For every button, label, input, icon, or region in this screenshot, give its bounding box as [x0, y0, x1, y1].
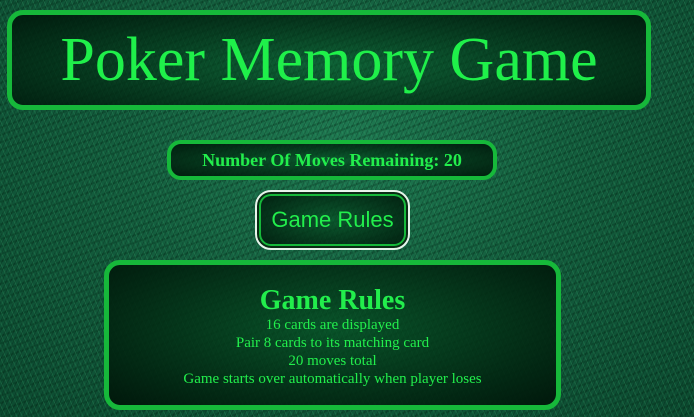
- rule-item: 20 moves total: [288, 353, 377, 369]
- rule-item: 16 cards are displayed: [265, 317, 400, 333]
- game-rules-heading: Game Rules: [259, 285, 406, 316]
- moves-remaining-label: Number Of Moves Remaining:: [202, 149, 440, 170]
- title-banner: Poker Memory Game: [7, 10, 651, 110]
- moves-remaining-count: 20: [443, 149, 462, 170]
- game-rules-button-label: Game Rules: [271, 207, 394, 232]
- game-rules-list: 16 cards are displayed Pair 8 cards to i…: [109, 316, 556, 388]
- moves-remaining-panel: Number Of Moves Remaining: 20: [167, 140, 497, 180]
- rule-item: Pair 8 cards to its matching card: [235, 335, 430, 351]
- game-rules-panel: Game Rules 16 cards are displayed Pair 8…: [104, 260, 561, 410]
- rule-item: Game starts over automatically when play…: [183, 371, 482, 387]
- game-rules-button[interactable]: Game Rules: [255, 190, 410, 250]
- page-title: Poker Memory Game: [60, 26, 598, 94]
